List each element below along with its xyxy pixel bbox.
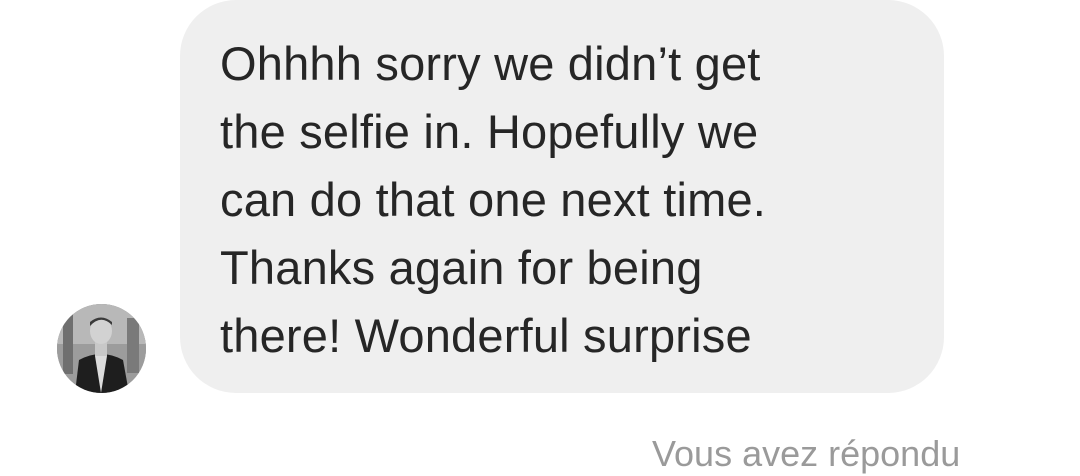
reply-status-label: Vous avez répondu	[652, 433, 961, 474]
message-text: Ohhhh sorry we didn’t get the selfie in.…	[220, 37, 767, 362]
message-thread: Ohhhh sorry we didn’t get the selfie in.…	[0, 0, 1080, 474]
incoming-message-bubble[interactable]: Ohhhh sorry we didn’t get the selfie in.…	[180, 0, 944, 393]
sender-avatar[interactable]	[57, 304, 146, 393]
profile-photo-icon	[57, 304, 146, 393]
